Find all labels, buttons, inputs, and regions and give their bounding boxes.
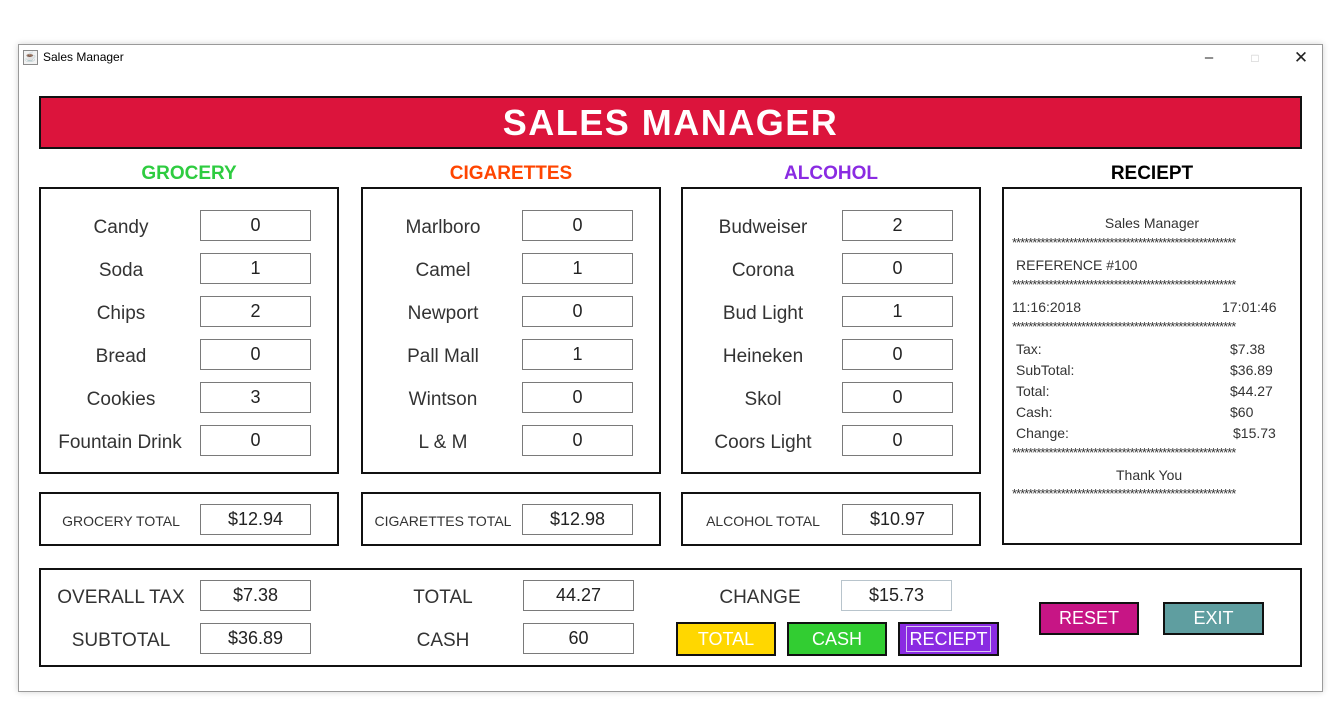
item-label: Bread bbox=[95, 346, 147, 367]
reset-button[interactable]: RESET bbox=[1039, 602, 1139, 635]
fountain-drink-qty-field[interactable]: 0 bbox=[200, 425, 311, 456]
item-label: Wintson bbox=[408, 389, 478, 410]
receipt-divider: ****************************************… bbox=[1012, 278, 1236, 292]
item-label: Soda bbox=[98, 260, 144, 281]
candy-qty-field[interactable]: 0 bbox=[200, 210, 311, 241]
receipt-time: 17:01:46 bbox=[1222, 299, 1277, 315]
l-and-m-qty-field[interactable]: 0 bbox=[522, 425, 633, 456]
window-title: Sales Manager bbox=[43, 50, 124, 64]
receipt-button[interactable]: RECIEPT bbox=[898, 622, 999, 656]
minimize-button[interactable]: – bbox=[1186, 45, 1232, 71]
alcohol-total-panel: ALCOHOL TOTAL $10.97 bbox=[681, 492, 981, 546]
receipt-subtotal-value: $36.89 bbox=[1230, 362, 1273, 378]
receipt-date: 11:16:2018 bbox=[1012, 299, 1082, 315]
receipt-divider: ****************************************… bbox=[1012, 446, 1236, 460]
item-label: Budweiser bbox=[718, 217, 808, 238]
grocery-total-label: GROCERY TOTAL bbox=[62, 513, 180, 529]
item-label: Heineken bbox=[722, 346, 804, 367]
cash-button[interactable]: CASH bbox=[787, 622, 887, 656]
newport-qty-field[interactable]: 0 bbox=[522, 296, 633, 327]
grocery-title: GROCERY bbox=[141, 163, 237, 184]
receipt-cash-value: $60 bbox=[1230, 404, 1254, 420]
cigarettes-total-panel: CIGARETTES TOTAL $12.98 bbox=[361, 492, 661, 546]
coors-light-qty-field[interactable]: 0 bbox=[842, 425, 953, 456]
grocery-panel: Candy 0 Soda 1 Chips 2 Bread 0 Cookies 3… bbox=[39, 187, 339, 474]
item-label: Coors Light bbox=[714, 432, 812, 453]
cash-field[interactable]: 60 bbox=[523, 623, 634, 654]
receipt-cash-label: Cash: bbox=[1016, 404, 1053, 420]
receipt-reference: REFERENCE #100 bbox=[1016, 257, 1138, 273]
alcohol-total-label: ALCOHOL TOTAL bbox=[706, 513, 820, 529]
item-label: L & M bbox=[418, 432, 468, 453]
maximize-button[interactable]: □ bbox=[1232, 45, 1278, 71]
item-label: Cookies bbox=[86, 389, 156, 410]
cigarettes-total-label: CIGARETTES TOTAL bbox=[374, 513, 512, 529]
total-label: TOTAL bbox=[413, 587, 473, 608]
receipt-tax-value: $7.38 bbox=[1230, 341, 1266, 357]
total-field[interactable]: 44.27 bbox=[523, 580, 634, 611]
summary-panel: OVERALL TAX $7.38 SUBTOTAL $36.89 TOTAL … bbox=[39, 568, 1302, 667]
budweiser-qty-field[interactable]: 2 bbox=[842, 210, 953, 241]
item-label: Skol bbox=[744, 389, 782, 410]
cigarettes-title: CIGARETTES bbox=[449, 163, 573, 184]
item-label: Fountain Drink bbox=[58, 432, 182, 453]
subtotal-label: SUBTOTAL bbox=[71, 630, 171, 651]
wintson-qty-field[interactable]: 0 bbox=[522, 382, 633, 413]
bud-light-qty-field[interactable]: 1 bbox=[842, 296, 953, 327]
receipt-button-label: RECIEPT bbox=[906, 626, 991, 652]
alcohol-total-field[interactable]: $10.97 bbox=[842, 504, 953, 535]
receipt-change-label: Change: bbox=[1016, 425, 1069, 441]
item-label: Newport bbox=[407, 303, 479, 324]
receipt-change-value: $15.73 bbox=[1233, 425, 1276, 441]
exit-button[interactable]: EXIT bbox=[1163, 602, 1264, 635]
receipt-subtotal-label: SubTotal: bbox=[1016, 362, 1075, 378]
item-label: Pall Mall bbox=[407, 346, 479, 367]
pall-mall-qty-field[interactable]: 1 bbox=[522, 339, 633, 370]
subtotal-field[interactable]: $36.89 bbox=[200, 623, 311, 654]
cookies-qty-field[interactable]: 3 bbox=[200, 382, 311, 413]
receipt-header: Sales Manager bbox=[1104, 215, 1200, 231]
close-button[interactable]: ✕ bbox=[1278, 45, 1324, 71]
app-banner: SALES MANAGER bbox=[39, 96, 1302, 149]
change-field[interactable]: $15.73 bbox=[841, 580, 952, 611]
item-label: Marlboro bbox=[405, 217, 481, 238]
total-button[interactable]: TOTAL bbox=[676, 622, 776, 656]
marlboro-qty-field[interactable]: 0 bbox=[522, 210, 633, 241]
app-window: ☕ Sales Manager – □ ✕ SALES MANAGER GROC… bbox=[18, 44, 1323, 692]
receipt-tax-label: Tax: bbox=[1016, 341, 1042, 357]
item-label: Corona bbox=[731, 260, 795, 281]
item-label: Camel bbox=[415, 260, 471, 281]
item-label: Chips bbox=[96, 303, 146, 324]
overall-tax-field[interactable]: $7.38 bbox=[200, 580, 311, 611]
alcohol-title: ALCOHOL bbox=[784, 163, 878, 184]
soda-qty-field[interactable]: 1 bbox=[200, 253, 311, 284]
receipt-total-value: $44.27 bbox=[1230, 383, 1273, 399]
skol-qty-field[interactable]: 0 bbox=[842, 382, 953, 413]
overall-tax-label: OVERALL TAX bbox=[57, 587, 185, 608]
receipt-title: RECIEPT bbox=[1110, 163, 1194, 184]
grocery-total-panel: GROCERY TOTAL $12.94 bbox=[39, 492, 339, 546]
receipt-total-label: Total: bbox=[1016, 383, 1050, 399]
bread-qty-field[interactable]: 0 bbox=[200, 339, 311, 370]
heineken-qty-field[interactable]: 0 bbox=[842, 339, 953, 370]
receipt-divider: ****************************************… bbox=[1012, 236, 1236, 250]
change-label: CHANGE bbox=[719, 587, 801, 608]
cash-label: CASH bbox=[416, 630, 470, 651]
receipt-divider: ****************************************… bbox=[1012, 487, 1236, 501]
cigarettes-total-field[interactable]: $12.98 bbox=[522, 504, 633, 535]
cigarettes-panel: Marlboro 0 Camel 1 Newport 0 Pall Mall 1… bbox=[361, 187, 661, 474]
chips-qty-field[interactable]: 2 bbox=[200, 296, 311, 327]
camel-qty-field[interactable]: 1 bbox=[522, 253, 633, 284]
receipt-panel: Sales Manager **************************… bbox=[1002, 187, 1302, 545]
item-label: Candy bbox=[93, 217, 149, 238]
java-coffee-icon: ☕ bbox=[23, 50, 38, 65]
title-bar: ☕ Sales Manager – □ ✕ bbox=[19, 45, 1322, 71]
receipt-footer: Thank You bbox=[1116, 467, 1183, 483]
item-label: Bud Light bbox=[722, 303, 804, 324]
receipt-divider: ****************************************… bbox=[1012, 320, 1236, 334]
corona-qty-field[interactable]: 0 bbox=[842, 253, 953, 284]
alcohol-panel: Budweiser 2 Corona 0 Bud Light 1 Heineke… bbox=[681, 187, 981, 474]
grocery-total-field[interactable]: $12.94 bbox=[200, 504, 311, 535]
